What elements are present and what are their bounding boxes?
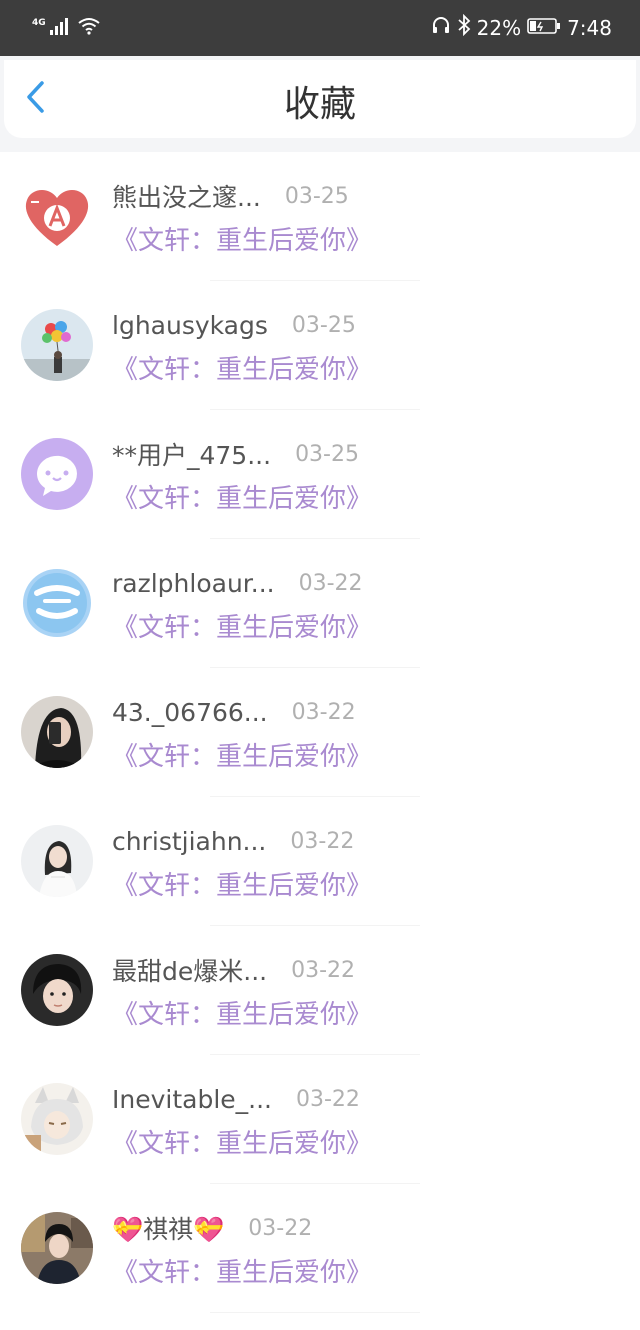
user-name[interactable]: 💝祺祺💝 — [112, 1210, 224, 1246]
user-name[interactable]: razlphloaur... — [112, 569, 275, 598]
nav-bar: 收藏 — [0, 56, 640, 152]
girl-white-avatar[interactable] — [21, 825, 93, 897]
list-item[interactable]: razlphloaur... 03-22 《文轩：重生后爱你》 — [0, 539, 640, 668]
list-item[interactable]: 熊出没之邃... 03-25 《文轩：重生后爱你》 — [0, 152, 640, 281]
user-name[interactable]: Inevitable_... — [112, 1085, 272, 1114]
status-right: 22% 7:48 — [431, 13, 612, 43]
book-title[interactable]: 《文轩：重生后爱你》 — [112, 607, 372, 644]
network-type: 4G — [32, 18, 46, 28]
list-item[interactable]: **用户_475... 03-25 《文轩：重生后爱你》 — [0, 410, 640, 539]
status-bar: 4G 22% 7:48 — [0, 0, 640, 56]
item-date: 03-22 — [290, 828, 355, 854]
list-item[interactable]: Inevitable_... 03-22 《文轩：重生后爱你》 — [0, 1055, 640, 1184]
battery-icon — [527, 14, 561, 42]
list-item[interactable]: 最甜de爆米... 03-22 《文轩：重生后爱你》 — [0, 926, 640, 1055]
user-name[interactable]: christjiahn... — [112, 827, 266, 856]
list-item[interactable]: lghausykags 03-25 《文轩：重生后爱你》 — [0, 281, 640, 410]
wifi-icon — [78, 17, 100, 39]
battery-percent: 22% — [476, 16, 522, 40]
badge-avatar[interactable] — [21, 567, 93, 639]
item-date: 03-22 — [248, 1215, 313, 1241]
list-item[interactable]: 43._06766... 03-22 《文轩：重生后爱你》 — [0, 668, 640, 797]
item-date: 03-22 — [298, 570, 363, 596]
boy-portrait-avatar[interactable] — [21, 954, 93, 1026]
clock: 7:48 — [567, 16, 612, 40]
user-name[interactable]: 43._06766... — [112, 698, 268, 727]
item-date: 03-25 — [295, 441, 359, 467]
name-line: 熊出没之邃... 03-25 — [112, 176, 349, 216]
user-name[interactable]: 最甜de爆米... — [112, 952, 267, 988]
item-date: 03-22 — [291, 957, 356, 983]
book-title[interactable]: 《文轩：重生后爱你》 — [112, 349, 372, 386]
name-line: lghausykags 03-25 — [112, 305, 356, 345]
book-title[interactable]: 《文轩：重生后爱你》 — [112, 994, 372, 1031]
page-title: 收藏 — [283, 84, 356, 125]
anime-fox-avatar[interactable] — [21, 1083, 93, 1155]
row-divider — [210, 1312, 420, 1313]
name-line: 最甜de爆米... 03-22 — [112, 950, 355, 990]
user-name[interactable]: lghausykags — [112, 311, 268, 340]
boy-street-avatar[interactable] — [21, 1212, 93, 1284]
book-title[interactable]: 《文轩：重生后爱你》 — [112, 1252, 372, 1289]
favorites-list: 熊出没之邃... 03-25 《文轩：重生后爱你》 lghausykags 03… — [0, 152, 640, 1313]
book-title[interactable]: 《文轩：重生后爱你》 — [112, 478, 372, 515]
list-item[interactable]: christjiahn... 03-22 《文轩：重生后爱你》 — [0, 797, 640, 926]
name-line: 💝祺祺💝 03-22 — [112, 1208, 312, 1248]
balloons-avatar[interactable] — [21, 309, 93, 381]
name-line: razlphloaur... 03-22 — [112, 563, 363, 603]
name-line: 43._06766... 03-22 — [112, 692, 356, 732]
selfie-avatar[interactable] — [21, 696, 93, 768]
name-line: Inevitable_... 03-22 — [112, 1079, 360, 1119]
heart-a-avatar[interactable] — [21, 180, 93, 252]
user-name[interactable]: 熊出没之邃... — [112, 178, 261, 214]
book-title[interactable]: 《文轩：重生后爱你》 — [112, 736, 372, 773]
list-item[interactable]: 💝祺祺💝 03-22 《文轩：重生后爱你》 — [0, 1184, 640, 1313]
headphones-icon — [431, 14, 451, 42]
chat-bubble-avatar[interactable] — [21, 438, 93, 510]
item-date: 03-25 — [284, 183, 349, 209]
book-title[interactable]: 《文轩：重生后爱你》 — [112, 1123, 372, 1160]
item-date: 03-25 — [291, 312, 356, 338]
item-date: 03-22 — [296, 1086, 360, 1112]
user-name[interactable]: **用户_475... — [112, 436, 271, 472]
name-line: christjiahn... 03-22 — [112, 821, 354, 861]
item-date: 03-22 — [291, 699, 356, 725]
book-title[interactable]: 《文轩：重生后爱你》 — [112, 865, 372, 902]
book-title[interactable]: 《文轩：重生后爱你》 — [112, 220, 372, 257]
bluetooth-icon — [457, 13, 471, 43]
signal-icon — [49, 17, 70, 39]
name-line: **用户_475... 03-25 — [112, 434, 359, 474]
status-left: 4G — [32, 14, 100, 42]
